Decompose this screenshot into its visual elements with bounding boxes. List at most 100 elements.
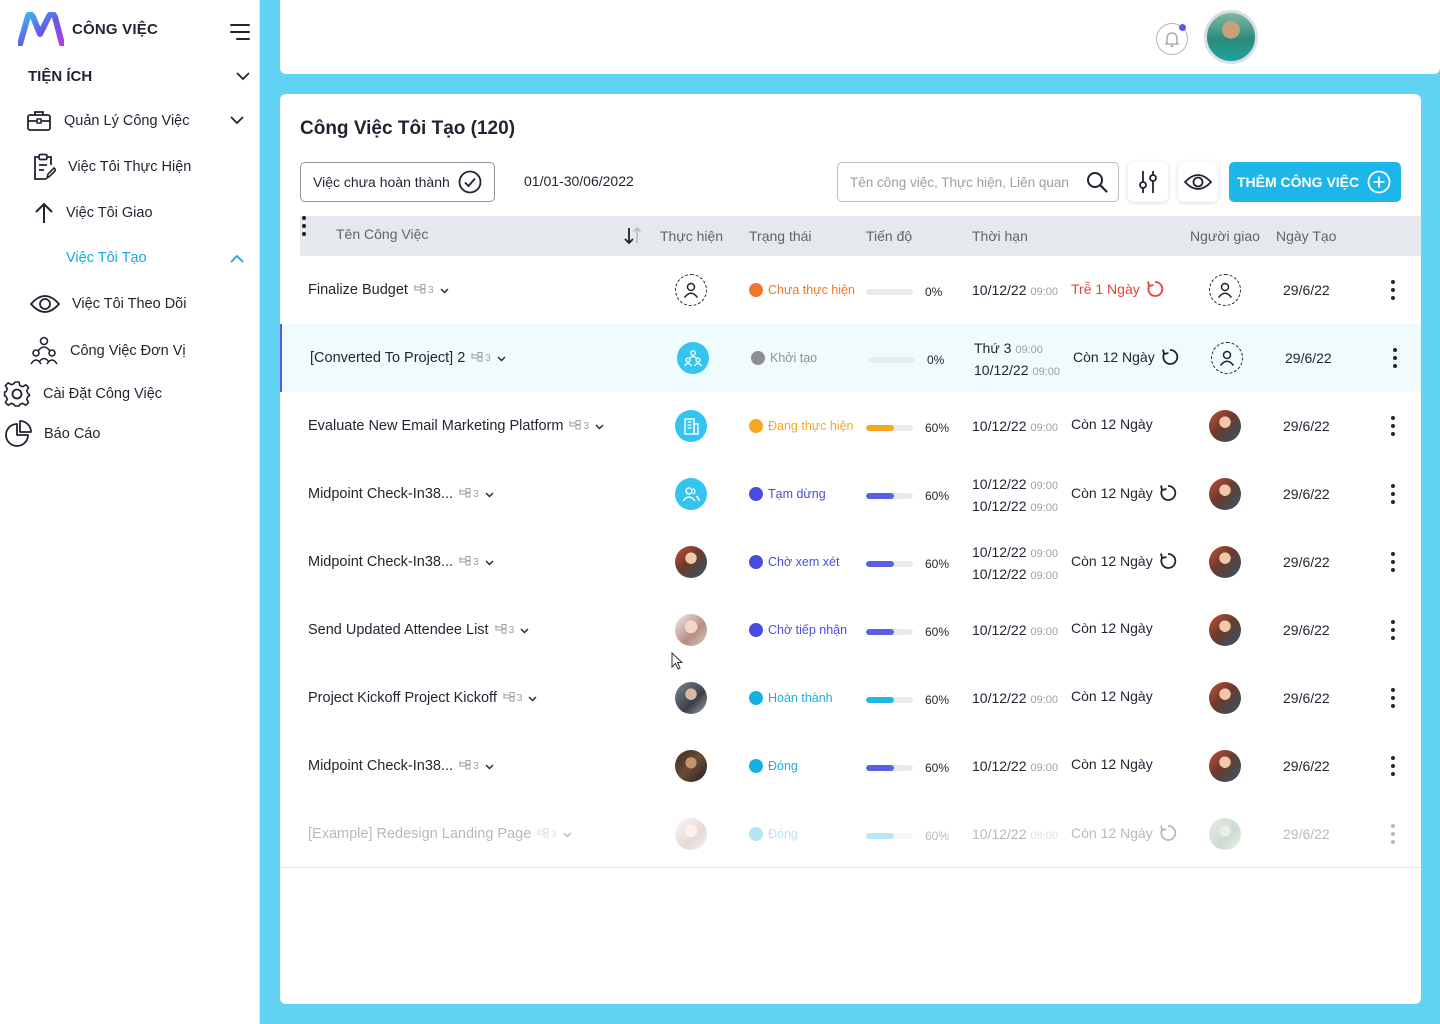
row-options-icon[interactable] — [1389, 756, 1397, 776]
repeat-icon[interactable] — [1161, 348, 1179, 366]
task-name[interactable]: Evaluate New Email Marketing Platform 3 — [308, 418, 604, 434]
section-utilities[interactable]: TIỆN ÍCH — [28, 68, 250, 85]
sidebar-item-my-tasks[interactable]: Việc Tôi Thực Hiện — [32, 153, 191, 181]
status-badge[interactable]: Hoàn thành — [749, 691, 833, 705]
task-name[interactable]: Project Kickoff Project Kickoff 3 — [308, 690, 537, 706]
sidebar-item-reports[interactable]: Báo Cáo — [4, 420, 100, 448]
giver-avatar[interactable] — [1209, 682, 1241, 714]
status-badge[interactable]: Đang thực hiện — [749, 419, 854, 433]
task-name[interactable]: Send Updated Attendee List 3 — [308, 622, 529, 638]
giver-avatar[interactable] — [1209, 818, 1241, 850]
sidebar-item-assigned[interactable]: Việc Tôi Giao — [34, 202, 153, 224]
assignee-avatar[interactable] — [675, 818, 707, 850]
expand-chevron-icon[interactable] — [485, 486, 494, 502]
task-title[interactable]: Midpoint Check-In38... — [308, 554, 453, 570]
table-row[interactable]: Midpoint Check-In38... 3 Tạm dừng 60% 10/12/… — [280, 460, 1421, 528]
expand-chevron-icon[interactable] — [528, 690, 537, 706]
assignee-avatar[interactable] — [675, 750, 707, 782]
column-options-icon[interactable] — [300, 216, 308, 236]
user-avatar[interactable] — [1204, 10, 1258, 64]
table-row[interactable]: Midpoint Check-In38... 3 Đóng 60% 10/12/22 09… — [280, 732, 1421, 800]
status-badge[interactable]: Chờ tiếp nhận — [749, 623, 847, 637]
table-row[interactable]: Send Updated Attendee List 3 Chờ tiếp nhận… — [280, 596, 1421, 664]
task-title[interactable]: Project Kickoff Project Kickoff — [308, 690, 497, 706]
filter-sliders-button[interactable] — [1128, 162, 1168, 202]
expand-chevron-icon[interactable] — [563, 826, 572, 842]
repeat-icon[interactable] — [1159, 824, 1177, 842]
expand-chevron-icon[interactable] — [485, 758, 494, 774]
task-title[interactable]: Finalize Budget — [308, 282, 408, 298]
search-box[interactable] — [837, 162, 1119, 202]
assignee-avatar[interactable] — [675, 546, 707, 578]
giver-avatar[interactable] — [1209, 410, 1241, 442]
repeat-icon[interactable] — [1159, 484, 1177, 502]
menu-toggle-icon[interactable] — [226, 22, 250, 42]
expand-chevron-icon[interactable] — [595, 418, 604, 434]
giver-avatar[interactable] — [1209, 546, 1241, 578]
task-name[interactable]: [Converted To Project] 2 3 — [310, 350, 506, 366]
task-name[interactable]: [Example] Redesign Landing Page 3 — [308, 826, 572, 842]
notification-bell-icon[interactable] — [1156, 23, 1188, 55]
sidebar-item-created[interactable]: Việc Tôi Tạo — [66, 250, 147, 266]
expand-chevron-icon[interactable] — [485, 554, 494, 570]
repeat-icon[interactable] — [1146, 280, 1164, 298]
assignee-avatar[interactable] — [675, 682, 707, 714]
expand-chevron-icon[interactable] — [520, 622, 529, 638]
task-name[interactable]: Midpoint Check-In38... 3 — [308, 758, 494, 774]
team-avatar-icon[interactable] — [675, 478, 707, 510]
row-options-icon[interactable] — [1389, 552, 1397, 572]
status-badge[interactable]: Đóng — [749, 759, 798, 773]
table-row[interactable]: Project Kickoff Project Kickoff 3 Hoàn thà… — [280, 664, 1421, 732]
row-options-icon[interactable] — [1389, 620, 1397, 640]
table-row[interactable]: [Example] Redesign Landing Page 3 Đóng 60% 1… — [280, 800, 1421, 868]
expand-chevron-icon[interactable] — [497, 350, 506, 366]
table-row[interactable]: Finalize Budget 3 Chưa thực hiện 0% 10/12/22… — [280, 256, 1421, 324]
row-options-icon[interactable] — [1389, 416, 1397, 436]
sidebar-item-task-management[interactable]: Quản Lý Công Việc — [26, 110, 189, 132]
app-logo[interactable]: CÔNG VIỆC — [18, 12, 158, 46]
sidebar-item-settings[interactable]: Cài Đặt Công Việc — [3, 380, 162, 408]
table-row[interactable]: Evaluate New Email Marketing Platform 3 Đa… — [280, 392, 1421, 460]
date-range[interactable]: 01/01-30/06/2022 — [524, 173, 634, 189]
chevron-up-icon[interactable] — [230, 254, 244, 263]
unassigned-giver-icon[interactable] — [1209, 274, 1241, 306]
assignee-avatar[interactable] — [675, 614, 707, 646]
unassigned-avatar-icon[interactable] — [675, 274, 707, 306]
status-badge[interactable]: Chờ xem xét — [749, 555, 839, 569]
task-title[interactable]: Midpoint Check-In38... — [308, 486, 453, 502]
department-avatar-icon[interactable] — [675, 410, 707, 442]
task-name[interactable]: Midpoint Check-In38... 3 — [308, 554, 494, 570]
view-toggle-button[interactable] — [1178, 162, 1218, 202]
row-options-icon[interactable] — [1389, 824, 1397, 844]
task-title[interactable]: [Converted To Project] 2 — [310, 350, 465, 366]
task-title[interactable]: Midpoint Check-In38... — [308, 758, 453, 774]
row-options-icon[interactable] — [1389, 484, 1397, 504]
status-badge[interactable]: Tạm dừng — [749, 487, 826, 501]
table-row[interactable]: [Converted To Project] 2 3 Khởi tạo 0% Thứ 3… — [280, 324, 1421, 392]
status-filter-button[interactable]: Việc chưa hoàn thành — [300, 162, 495, 202]
task-name[interactable]: Midpoint Check-In38... 3 — [308, 486, 494, 502]
sort-icon[interactable] — [623, 227, 643, 245]
table-row[interactable]: Midpoint Check-In38... 3 Chờ xem xét 60% 10/… — [280, 528, 1421, 596]
chevron-down-icon[interactable] — [230, 116, 244, 125]
add-task-button[interactable]: THÊM CÔNG VIỆC — [1229, 162, 1401, 202]
sidebar-item-unit-tasks[interactable]: Công Việc Đơn Vị — [30, 336, 186, 366]
status-badge[interactable]: Đóng — [749, 827, 798, 841]
task-title[interactable]: [Example] Redesign Landing Page — [308, 826, 531, 842]
sidebar-item-following[interactable]: Việc Tôi Theo Dõi — [30, 292, 186, 316]
giver-avatar[interactable] — [1209, 750, 1241, 782]
row-options-icon[interactable] — [1389, 280, 1397, 300]
column-header-name[interactable]: Tên Công Việc — [336, 226, 428, 242]
search-input[interactable] — [850, 174, 1082, 190]
search-icon[interactable] — [1086, 171, 1108, 193]
group-avatar-icon[interactable] — [677, 342, 709, 374]
row-options-icon[interactable] — [1391, 348, 1399, 368]
row-options-icon[interactable] — [1389, 688, 1397, 708]
task-name[interactable]: Finalize Budget 3 — [308, 282, 449, 298]
giver-avatar[interactable] — [1209, 614, 1241, 646]
status-badge[interactable]: Chưa thực hiện — [749, 283, 855, 297]
status-badge[interactable]: Khởi tạo — [751, 351, 817, 365]
giver-avatar[interactable] — [1209, 478, 1241, 510]
task-title[interactable]: Evaluate New Email Marketing Platform — [308, 418, 563, 434]
task-title[interactable]: Send Updated Attendee List — [308, 622, 489, 638]
